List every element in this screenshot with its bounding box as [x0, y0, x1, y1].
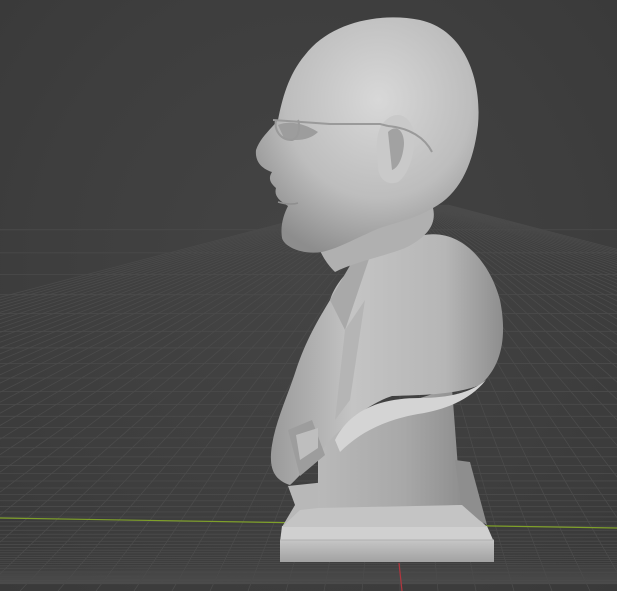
- viewport-canvas[interactable]: [0, 0, 617, 591]
- 3d-viewport[interactable]: [0, 0, 617, 591]
- base-plinth: [280, 526, 494, 562]
- bust-model[interactable]: [255, 17, 504, 562]
